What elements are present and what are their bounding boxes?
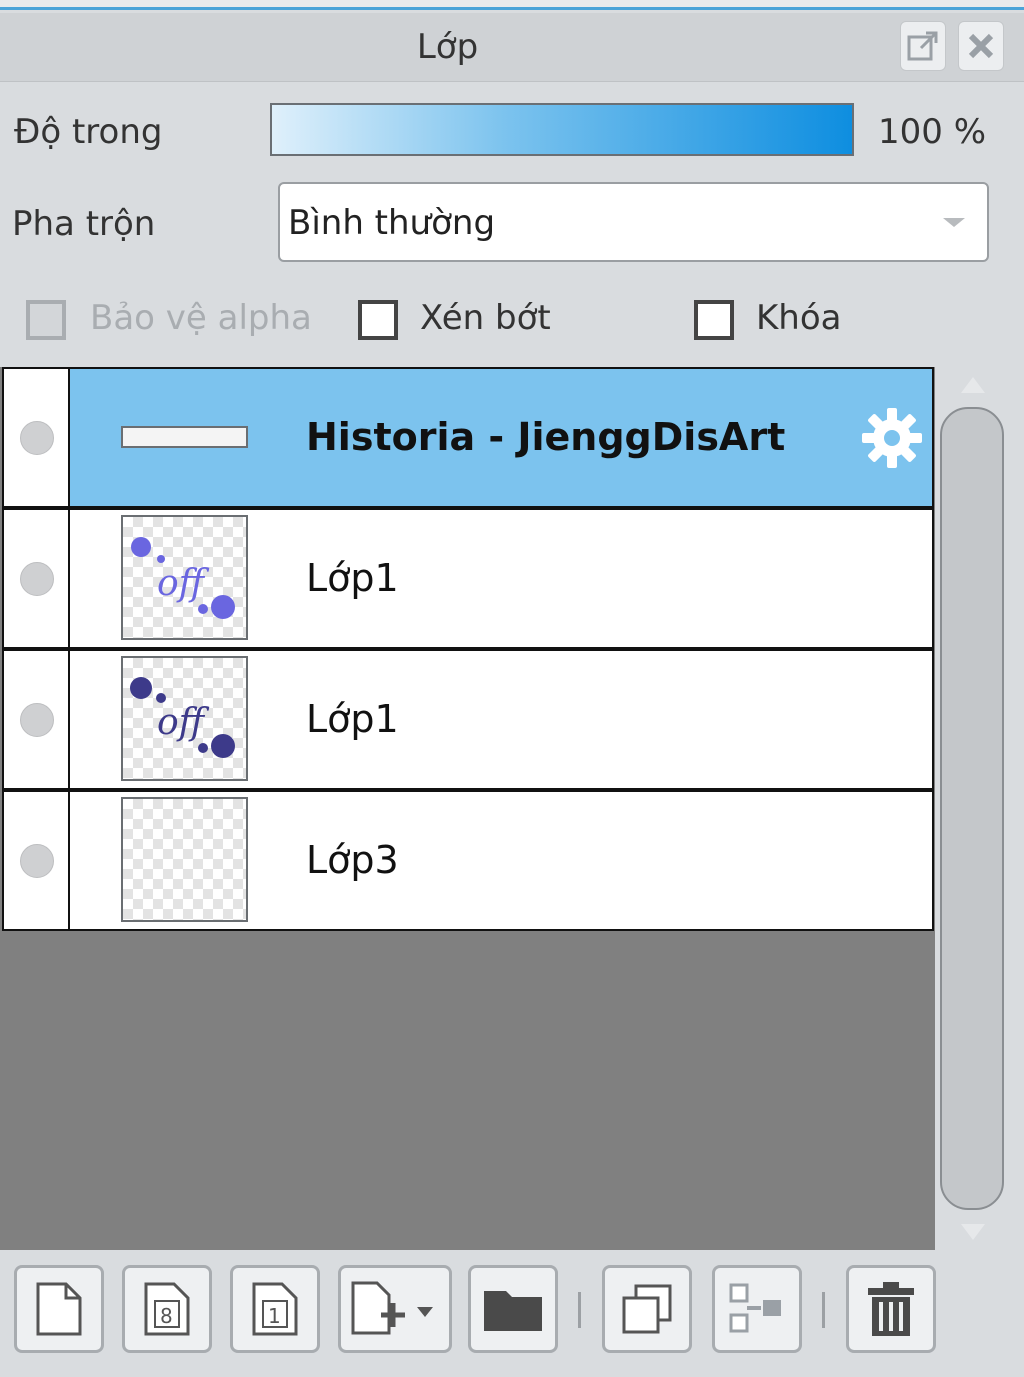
add-layer-dropdown-button[interactable] (338, 1265, 452, 1353)
folder-icon (484, 1291, 542, 1331)
layer-row[interactable]: off Lớp1 (2, 508, 934, 649)
svg-text:1: 1 (268, 1304, 281, 1328)
visibility-cell[interactable] (4, 369, 70, 506)
protect-alpha-checkbox[interactable] (26, 300, 66, 340)
layer-list[interactable]: Historia - JienggDisArt off Lớp1 off Lớp… (0, 367, 935, 1250)
layer-row[interactable]: off Lớp1 (2, 649, 934, 790)
visibility-dot-icon[interactable] (20, 844, 54, 878)
layer-name: Historia - JienggDisArt (306, 415, 786, 459)
visibility-cell[interactable] (4, 792, 70, 929)
toolbar-divider (578, 1292, 581, 1328)
new-1bit-layer-icon: 1 (252, 1282, 298, 1336)
layer-name: Lớp3 (306, 838, 399, 882)
visibility-dot-icon[interactable] (20, 562, 54, 596)
layer-toolbar: 8 1 (0, 1250, 1024, 1377)
layer-name: Lớp1 (306, 697, 399, 741)
visibility-dot-icon[interactable] (20, 703, 54, 737)
blend-mode-label: Pha trộn (12, 204, 156, 244)
duplicate-layer-button[interactable] (602, 1265, 692, 1353)
toolbar-divider (822, 1292, 825, 1328)
gear-icon[interactable] (859, 405, 925, 471)
new-layer-button[interactable] (14, 1265, 104, 1353)
new-8bit-layer-button[interactable]: 8 (122, 1265, 212, 1353)
layer-art-icon: off (130, 677, 235, 758)
layer-row[interactable]: Historia - JienggDisArt (2, 367, 934, 508)
opacity-value: 100 % (878, 112, 987, 152)
external-window-icon (907, 31, 938, 61)
svg-text:off: off (157, 563, 210, 604)
protect-alpha-label: Bảo vệ alpha (90, 298, 312, 338)
visibility-cell[interactable] (4, 651, 70, 788)
layer-thumbnail (121, 797, 248, 922)
clipping-label: Xén bớt (420, 298, 551, 338)
layer-art-icon: off (131, 537, 235, 619)
delete-layer-button[interactable] (846, 1265, 936, 1353)
chevron-down-icon (943, 218, 965, 227)
layer-row[interactable]: Lớp3 (2, 790, 934, 931)
merge-down-button[interactable] (712, 1265, 802, 1353)
close-button[interactable] (958, 21, 1004, 71)
layer-thumbnail: off (121, 515, 248, 640)
new-layer-icon (36, 1282, 82, 1336)
blend-mode-value: Bình thường (288, 203, 496, 243)
layer-thumbnail: off (121, 656, 248, 781)
visibility-cell[interactable] (4, 510, 70, 647)
opacity-label: Độ trong (14, 112, 163, 152)
new-1bit-layer-button[interactable]: 1 (230, 1265, 320, 1353)
window-top-border (0, 0, 1024, 10)
scroll-down-icon[interactable] (961, 1224, 985, 1240)
svg-text:8: 8 (160, 1304, 173, 1328)
scrollbar-thumb[interactable] (940, 407, 1004, 1210)
clipping-checkbox[interactable] (358, 300, 398, 340)
blend-mode-select[interactable]: Bình thường (278, 182, 989, 262)
svg-text:off: off (157, 702, 210, 743)
layer-list-scrollbar[interactable] (938, 367, 1008, 1250)
new-8bit-layer-icon: 8 (144, 1282, 190, 1336)
undock-button[interactable] (900, 21, 946, 71)
layer-thumbnail (121, 426, 248, 448)
panel-titlebar[interactable]: Lớp (0, 13, 1024, 82)
new-folder-button[interactable] (468, 1265, 558, 1353)
duplicate-icon (622, 1284, 672, 1334)
scroll-up-icon[interactable] (961, 377, 985, 393)
trash-icon (868, 1282, 914, 1336)
panel-title: Lớp (416, 27, 479, 67)
add-layer-dropdown-icon (351, 1281, 433, 1335)
layer-name: Lớp1 (306, 556, 399, 600)
visibility-dot-icon[interactable] (20, 421, 54, 455)
lock-label: Khóa (756, 298, 842, 338)
lock-checkbox[interactable] (694, 300, 734, 340)
opacity-slider[interactable] (270, 103, 854, 156)
merge-down-icon (729, 1283, 781, 1333)
close-icon (968, 33, 994, 59)
